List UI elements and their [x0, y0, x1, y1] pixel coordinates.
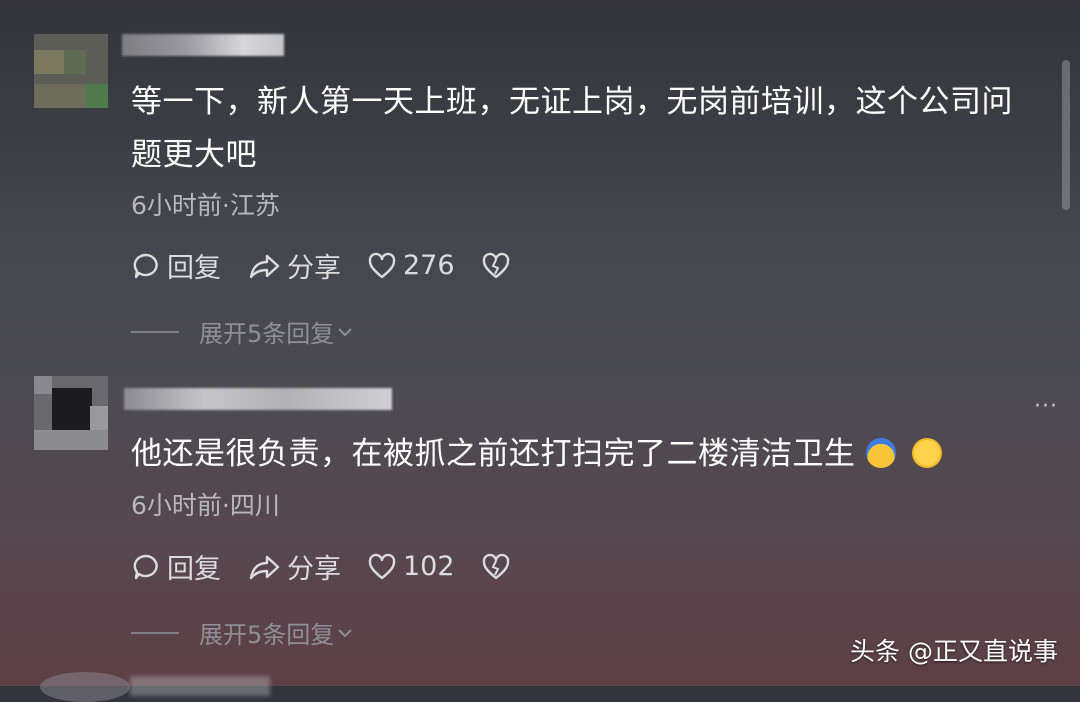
share-label: 分享: [287, 253, 341, 284]
watermark: 头条 @正又直说事: [850, 637, 1058, 666]
kissing-face-icon: [911, 437, 942, 468]
expand-replies[interactable]: 展开5条回复: [131, 314, 354, 349]
heart-icon: [368, 553, 396, 579]
share-button[interactable]: 分享: [247, 246, 341, 285]
chevron-down-icon: [338, 628, 352, 637]
expand-replies-label: 展开5条回复: [199, 621, 335, 649]
comment-bubble-icon: [133, 554, 158, 579]
share-label: 分享: [287, 554, 341, 585]
heart-icon: [368, 252, 396, 278]
chevron-down-icon: [338, 327, 352, 336]
expand-replies[interactable]: 展开5条回复: [131, 615, 354, 650]
comment-text: 他还是很负责，在被抓之前还打扫完了二楼清洁卫生: [131, 428, 1041, 481]
like-button[interactable]: 276: [367, 250, 455, 281]
comment-text: 等一下，新人第一天上班，无证上岗，无岗前培训，这个公司问题更大吧: [131, 84, 1013, 173]
broken-heart-icon: [482, 553, 509, 579]
reply-button[interactable]: 回复: [131, 246, 221, 285]
share-button[interactable]: 分享: [247, 547, 341, 586]
face-with-sweat-icon: [865, 437, 896, 468]
username-redacted[interactable]: [130, 676, 270, 696]
comment-meta: 6小时前·江苏: [131, 191, 280, 220]
avatar[interactable]: [34, 34, 108, 108]
like-button[interactable]: 102: [367, 551, 455, 582]
expand-replies-label: 展开5条回复: [199, 320, 335, 348]
like-count: 276: [403, 250, 455, 281]
comment-text-body: 他还是很负责，在被抓之前还打扫完了二楼清洁卫生: [131, 436, 856, 472]
more-options-button[interactable]: ···: [1034, 394, 1058, 419]
username-redacted[interactable]: [124, 388, 392, 410]
reply-label: 回复: [167, 554, 221, 585]
divider-dash: [131, 631, 179, 634]
avatar[interactable]: [40, 672, 130, 702]
comment-actions: 回复 分享 276: [131, 246, 543, 285]
reply-label: 回复: [167, 253, 221, 284]
comment-meta: 6小时前·四川: [131, 491, 280, 520]
share-arrow-icon: [249, 254, 280, 278]
username-redacted[interactable]: [122, 34, 284, 56]
divider-dash: [131, 330, 179, 333]
share-arrow-icon: [249, 555, 280, 579]
dislike-button[interactable]: [481, 252, 517, 280]
comment-bubble-icon: [133, 253, 158, 278]
reply-button[interactable]: 回复: [131, 547, 221, 586]
like-count: 102: [403, 551, 455, 582]
broken-heart-icon: [482, 252, 509, 278]
comment-actions: 回复 分享 102: [131, 547, 543, 586]
dislike-button[interactable]: [481, 553, 517, 581]
scrollbar[interactable]: [1062, 60, 1070, 210]
avatar[interactable]: [34, 376, 108, 450]
